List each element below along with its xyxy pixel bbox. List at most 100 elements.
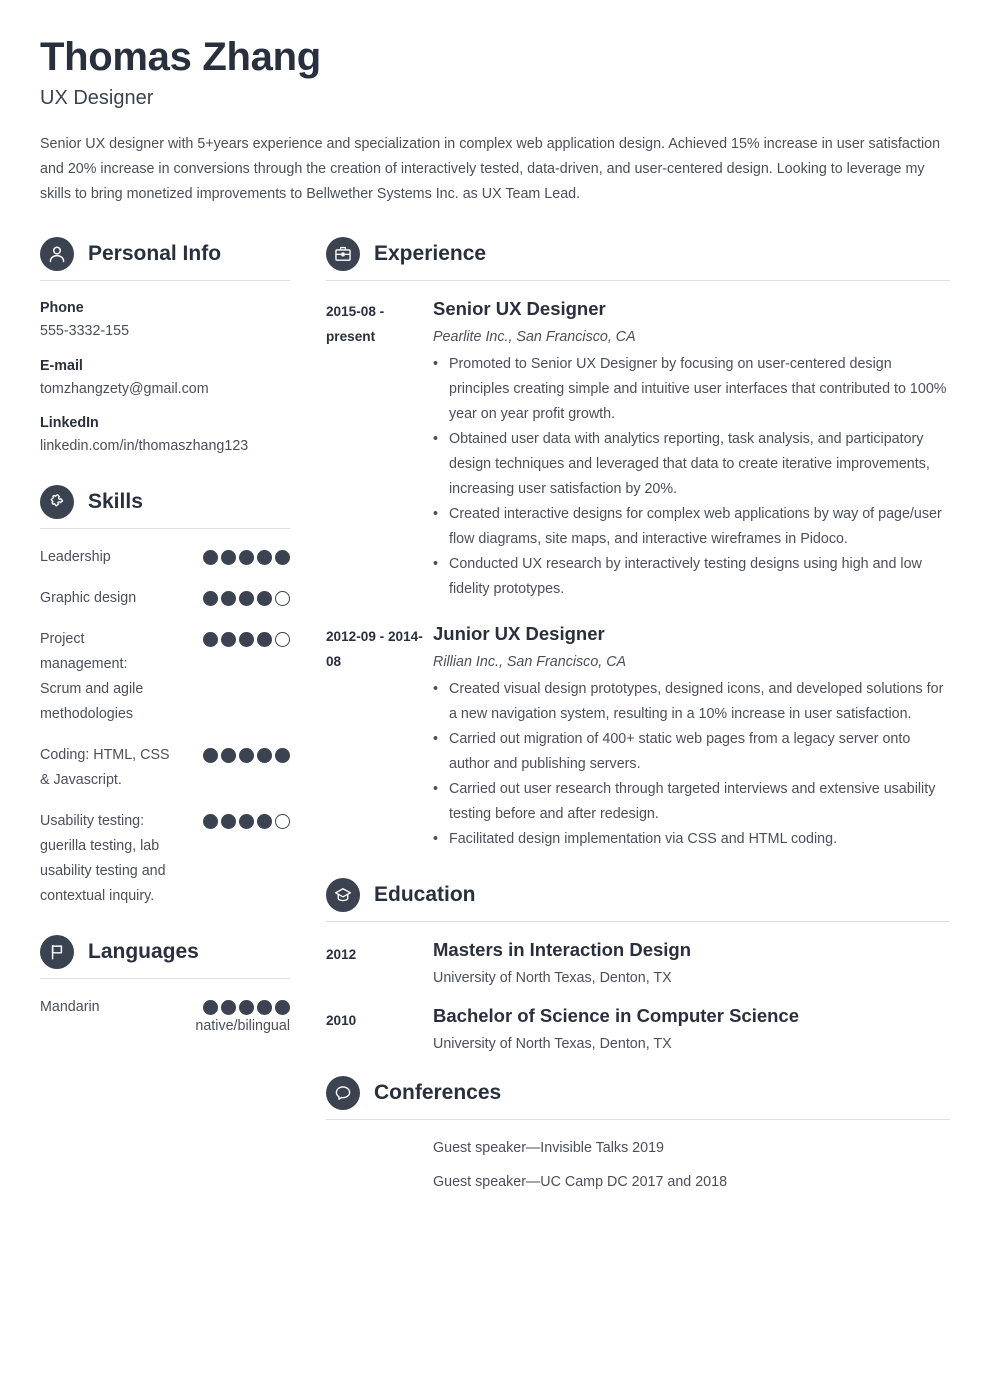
section-title-education: Education: [374, 883, 476, 907]
email-value[interactable]: tomzhangzety@gmail.com: [40, 380, 290, 399]
conference-item: Guest speaker—UC Camp DC 2017 and 2018: [433, 1173, 728, 1190]
bullet-item: Obtained user data with analytics report…: [433, 427, 950, 502]
rating-dot-filled: [203, 813, 218, 829]
experience-date: 2015-08 - present: [326, 304, 385, 344]
language-name: Mandarin: [40, 998, 100, 1015]
linkedin-value[interactable]: linkedin.com/in/thomaszhang123: [40, 437, 290, 456]
phone-value[interactable]: 555-3332-155: [40, 322, 290, 341]
experience-body: Senior UX Designer Pearlite Inc., San Fr…: [433, 297, 950, 602]
rating-dot-filled: [257, 999, 272, 1015]
personal-info-item: Phone 555-3332-155: [40, 299, 290, 342]
resume-header: Thomas Zhang UX Designer Senior UX desig…: [40, 34, 950, 207]
email-label: E-mail: [40, 357, 83, 374]
section-header-experience: Experience: [326, 237, 950, 281]
skill-row: Graphic design: [40, 586, 290, 611]
experience-company: Rillian Inc., San Francisco, CA: [433, 653, 627, 670]
education-body: Bachelor of Science in Computer Science …: [433, 1004, 950, 1054]
rating-dot-filled: [221, 747, 236, 763]
rating-dot-filled: [239, 549, 254, 565]
experience-date: 2012-09 - 2014-08: [326, 628, 423, 669]
section-header-languages: Languages: [40, 934, 290, 979]
puzzle-piece-icon: [40, 484, 74, 519]
conference-row: Guest speaker—UC Camp DC 2017 and 2018: [326, 1172, 950, 1192]
education-degree: Bachelor of Science in Computer Science: [433, 1004, 799, 1026]
section-title-personal-info: Personal Info: [88, 242, 222, 266]
conferences-list: Guest speaker—Invisible Talks 2019 Guest…: [326, 1138, 950, 1192]
skill-rating-dots: [203, 586, 290, 606]
rating-dot-filled: [257, 631, 272, 647]
education-school: University of North Texas, Denton, TX: [433, 1035, 672, 1052]
rating-dot-filled: [239, 747, 254, 763]
skill-row: Coding: HTML, CSS & Javascript.: [40, 743, 290, 793]
skill-name: Project management: Scrum and agile meth…: [40, 630, 144, 722]
rating-dot-filled: [239, 813, 254, 829]
sidebar: Personal Info Phone 555-3332-155 E-mail …: [40, 237, 290, 1206]
education-degree: Masters in Interaction Design: [433, 938, 692, 960]
experience-body: Junior UX Designer Rillian Inc., San Fra…: [433, 622, 950, 852]
language-rating-dots: [203, 995, 290, 1015]
skill-rating-dots: [203, 743, 290, 763]
education-entry: 2010 Bachelor of Science in Computer Sci…: [326, 1004, 950, 1054]
rating-dot-filled: [221, 631, 236, 647]
phone-label: Phone: [40, 300, 84, 316]
section-title-conferences: Conferences: [374, 1081, 502, 1105]
professional-summary: Senior UX designer with 5+years experien…: [40, 136, 941, 202]
bullet-item: Carried out migration of 400+ static web…: [433, 727, 950, 777]
rating-dot-filled: [257, 747, 272, 763]
resume-page: Thomas Zhang UX Designer Senior UX desig…: [0, 0, 990, 1400]
section-skills: Skills Leadership Graphic design Project…: [40, 484, 290, 909]
skill-rating-dots: [203, 809, 290, 829]
graduation-cap-icon: [326, 877, 360, 912]
skill-row: Project management: Scrum and agile meth…: [40, 627, 290, 727]
experience-bullets: Promoted to Senior UX Designer by focusi…: [433, 352, 950, 602]
rating-dot-empty: [275, 590, 290, 606]
rating-dot-filled: [239, 631, 254, 647]
section-header-skills: Skills: [40, 484, 290, 529]
personal-info-list: Phone 555-3332-155 E-mail tomzhangzety@g…: [40, 299, 290, 457]
section-title-skills: Skills: [88, 490, 143, 514]
rating-dot-filled: [203, 549, 218, 565]
bullet-item: Promoted to Senior UX Designer by focusi…: [433, 352, 950, 427]
page-title: Thomas Zhang: [40, 35, 321, 79]
rating-dot-filled: [221, 999, 236, 1015]
flag-icon: [40, 934, 74, 969]
rating-dot-filled: [257, 813, 272, 829]
briefcase-icon: [326, 237, 360, 271]
job-title: UX Designer: [40, 87, 154, 109]
section-personal-info: Personal Info Phone 555-3332-155 E-mail …: [40, 237, 290, 457]
education-school: University of North Texas, Denton, TX: [433, 969, 672, 986]
skill-name: Usability testing: guerilla testing, lab…: [40, 812, 166, 904]
person-icon: [40, 237, 74, 271]
bullet-item: Facilitated design implementation via CS…: [433, 827, 950, 852]
experience-bullets: Created visual design prototypes, design…: [433, 677, 950, 852]
rating-dot-filled: [275, 999, 290, 1015]
conference-date-spacer: [326, 1138, 433, 1158]
personal-info-item: E-mail tomzhangzety@gmail.com: [40, 357, 290, 400]
languages-list: Mandarin native/bilingual: [40, 995, 290, 1037]
conference-item: Guest speaker—Invisible Talks 2019: [433, 1139, 664, 1156]
skill-row: Leadership: [40, 545, 290, 570]
rating-dot-filled: [239, 590, 254, 606]
conference-row: Guest speaker—Invisible Talks 2019: [326, 1138, 950, 1158]
personal-info-item: LinkedIn linkedin.com/in/thomaszhang123: [40, 414, 290, 457]
section-title-languages: Languages: [88, 940, 199, 964]
bullet-item: Conducted UX research by interactively t…: [433, 552, 950, 602]
bullet-item: Carried out user research through target…: [433, 777, 950, 827]
experience-job-title: Junior UX Designer: [433, 622, 605, 644]
skill-rating-dots: [203, 545, 290, 565]
rating-dot-filled: [203, 590, 218, 606]
section-languages: Languages Mandarin native/bilingual: [40, 934, 290, 1037]
experience-company: Pearlite Inc., San Francisco, CA: [433, 328, 636, 345]
skills-list: Leadership Graphic design Project manage…: [40, 545, 290, 909]
experience-entry: 2015-08 - present Senior UX Designer Pea…: [326, 297, 950, 602]
education-entry: 2012 Masters in Interaction Design Unive…: [326, 938, 950, 988]
section-education: Education 2012 Masters in Interaction De…: [326, 877, 950, 1054]
skill-name: Coding: HTML, CSS & Javascript.: [40, 746, 170, 788]
rating-dot-empty: [275, 631, 290, 647]
education-date: 2012: [326, 946, 357, 962]
rating-dot-filled: [275, 549, 290, 565]
skill-row: Usability testing: guerilla testing, lab…: [40, 809, 290, 909]
section-conferences: Conferences Guest speaker—Invisible Talk…: [326, 1075, 950, 1192]
bullet-item: Created interactive designs for complex …: [433, 502, 950, 552]
section-experience: Experience 2015-08 - present Senior UX D…: [326, 237, 950, 852]
